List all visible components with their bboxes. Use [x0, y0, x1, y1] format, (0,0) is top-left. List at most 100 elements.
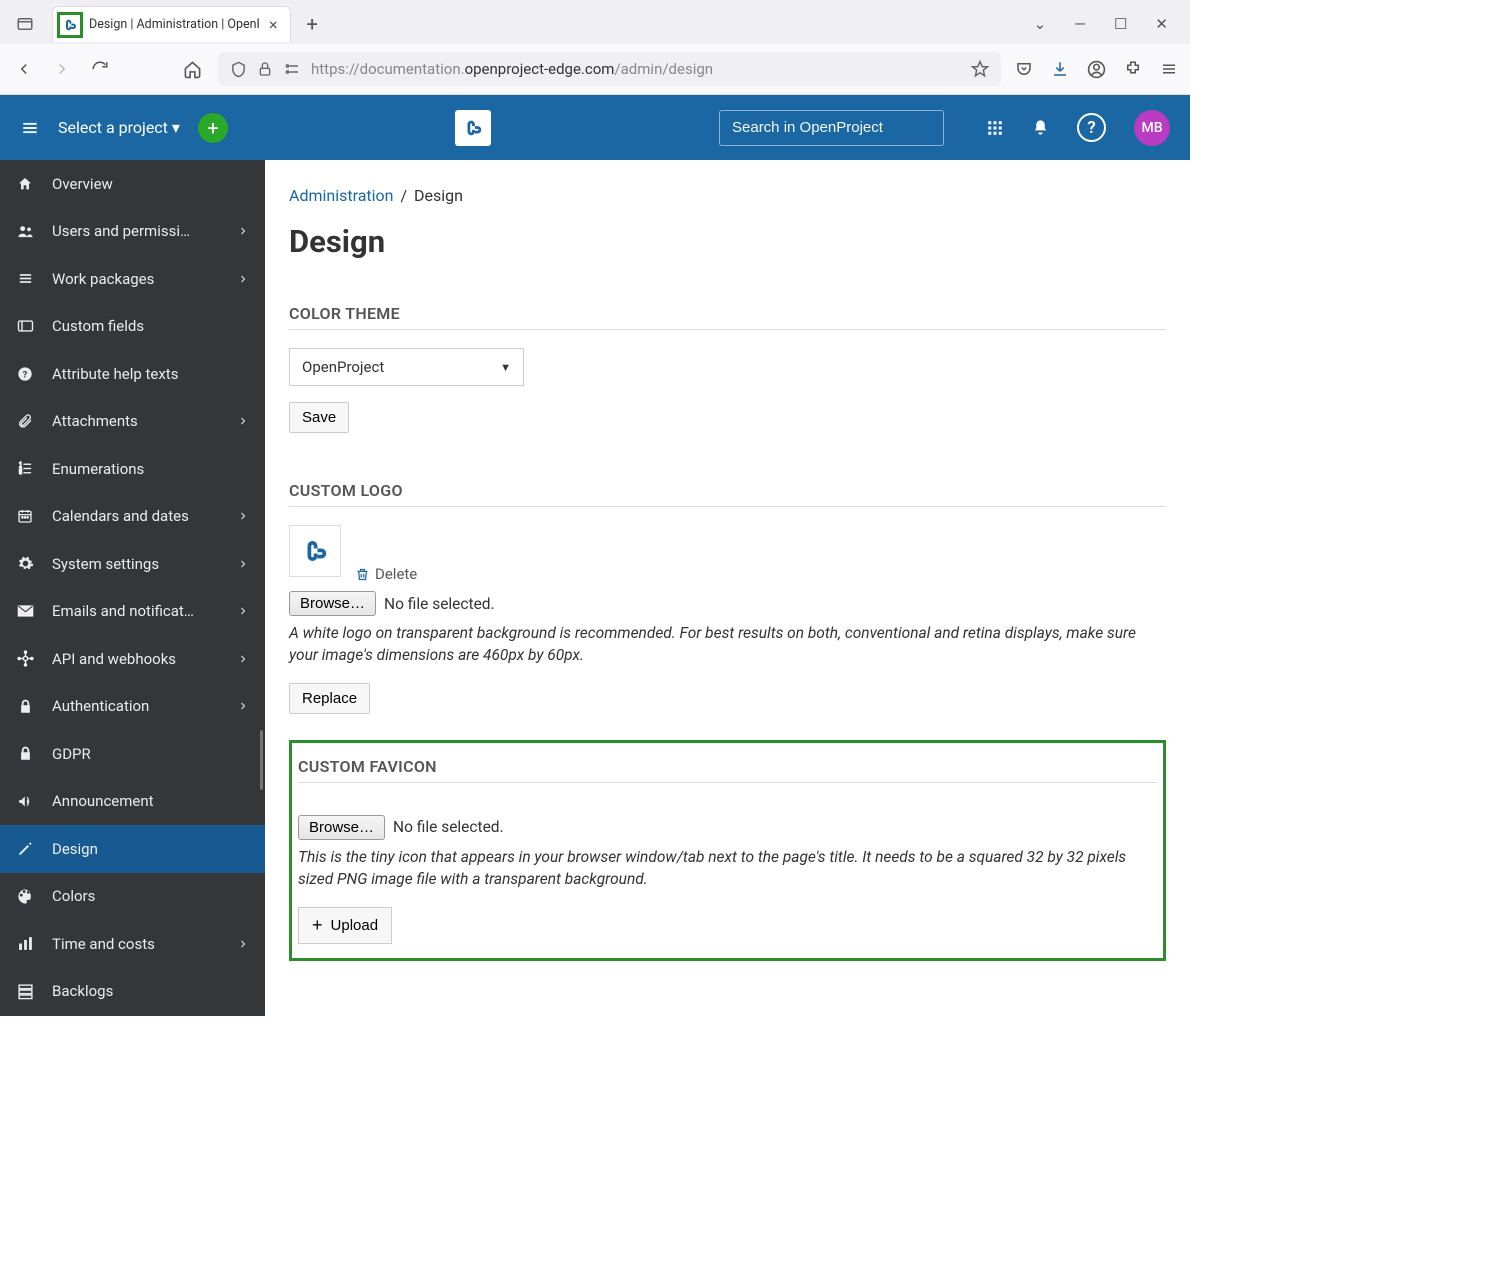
- minimize-button[interactable]: —: [1074, 15, 1086, 33]
- address-bar: https://documentation.openproject-edge.c…: [0, 44, 1190, 94]
- color-theme-select[interactable]: OpenProject ▼: [289, 348, 524, 386]
- extensions-icon[interactable]: [1124, 60, 1142, 78]
- sidebar-item-api-and-webhooks[interactable]: API and webhooks: [0, 635, 265, 683]
- window-controls: ⌄ — ☐ ✕: [1034, 15, 1184, 33]
- replace-button[interactable]: Replace: [289, 683, 370, 714]
- browse-favicon-button[interactable]: Browse…: [298, 815, 385, 840]
- sidebar-item-label: Announcement: [52, 792, 249, 810]
- color-theme-selected: OpenProject: [302, 358, 384, 376]
- users-icon: [16, 223, 34, 240]
- plus-icon: +: [312, 915, 323, 936]
- favicon-hint: This is the tiny icon that appears in yo…: [298, 846, 1157, 891]
- sidebar-item-colors[interactable]: Colors: [0, 873, 265, 921]
- sidebar-item-overview[interactable]: Overview: [0, 160, 265, 208]
- recent-tabs-icon[interactable]: [14, 13, 36, 35]
- maximize-button[interactable]: ☐: [1114, 15, 1127, 33]
- app-menu-icon[interactable]: [1160, 60, 1178, 78]
- sidebar-item-work-packages[interactable]: Work packages: [0, 255, 265, 303]
- project-select[interactable]: Select a project ▾: [58, 118, 180, 137]
- sidebar-item-label: Backlogs: [52, 982, 249, 1000]
- avatar[interactable]: MB: [1134, 110, 1170, 146]
- downloads-icon[interactable]: [1051, 60, 1069, 78]
- sidebar-toggle-icon[interactable]: [20, 118, 40, 138]
- favicon-file-status: No file selected.: [393, 818, 504, 836]
- sidebar-item-attribute-help-texts[interactable]: ?Attribute help texts: [0, 350, 265, 398]
- url-box[interactable]: https://documentation.openproject-edge.c…: [218, 52, 1001, 86]
- colors-icon: [16, 888, 34, 905]
- back-button[interactable]: [12, 57, 36, 81]
- search-box[interactable]: [719, 110, 944, 146]
- save-button[interactable]: Save: [289, 402, 349, 433]
- breadcrumb: Administration / Design: [289, 186, 1166, 205]
- sidebar-item-label: Custom fields: [52, 317, 249, 335]
- new-tab-button[interactable]: +: [307, 12, 318, 36]
- sidebar-item-authentication[interactable]: Authentication: [0, 683, 265, 731]
- sidebar-item-label: Calendars and dates: [52, 507, 219, 525]
- sidebar-item-label: Design: [52, 840, 249, 858]
- logo-hint: A white logo on transparent background i…: [289, 622, 1159, 667]
- sidebar-item-announcement[interactable]: Announcement: [0, 778, 265, 826]
- quick-add-button[interactable]: +: [198, 113, 228, 143]
- pocket-icon[interactable]: [1015, 60, 1033, 78]
- sidebar-item-attachments[interactable]: Attachments: [0, 398, 265, 446]
- sidebar-item-users-and-permissi[interactable]: Users and permissi…: [0, 208, 265, 256]
- sidebar-item-label: Time and costs: [52, 935, 219, 953]
- upload-label: Upload: [331, 917, 379, 934]
- tab-close-icon[interactable]: ×: [265, 15, 282, 34]
- lock-icon: [16, 746, 34, 761]
- sidebar-item-gdpr[interactable]: GDPR: [0, 730, 265, 778]
- sidebar-item-calendars-and-dates[interactable]: Calendars and dates: [0, 493, 265, 541]
- browse-logo-button[interactable]: Browse…: [289, 591, 376, 616]
- sidebar-item-label: Users and permissi…: [52, 222, 219, 240]
- design-icon: [16, 841, 34, 857]
- forward-button[interactable]: [50, 57, 74, 81]
- url-text: https://documentation.openproject-edge.c…: [311, 60, 961, 78]
- sidebar-item-label: Attribute help texts: [52, 365, 249, 383]
- sidebar-item-custom-fields[interactable]: Custom fields: [0, 303, 265, 351]
- sidebar-item-label: Enumerations: [52, 460, 249, 478]
- sidebar-item-enumerations[interactable]: 123Enumerations: [0, 445, 265, 493]
- tabs-dropdown-icon[interactable]: ⌄: [1034, 15, 1047, 33]
- chevron-right-icon: [237, 938, 249, 950]
- api-icon: [16, 650, 34, 667]
- caret-down-icon: ▼: [500, 361, 511, 374]
- tab-bar: Design | Administration | OpenP × + ⌄ — …: [0, 0, 1190, 44]
- notifications-icon[interactable]: [1032, 119, 1049, 136]
- announce-icon: [16, 793, 34, 810]
- attach-icon: [16, 413, 34, 429]
- help-icon[interactable]: ?: [1077, 113, 1106, 142]
- main-content: Administration / Design Design COLOR THE…: [265, 160, 1190, 1016]
- chevron-right-icon: [237, 653, 249, 665]
- browser-tab[interactable]: Design | Administration | OpenP ×: [52, 6, 291, 42]
- chevron-right-icon: [237, 700, 249, 712]
- bookmark-star-icon[interactable]: [971, 60, 989, 78]
- calendar-icon: [16, 508, 34, 524]
- shield-icon: [230, 61, 247, 78]
- sidebar-item-time-and-costs[interactable]: Time and costs: [0, 920, 265, 968]
- sidebar-item-backlogs[interactable]: Backlogs: [0, 968, 265, 1016]
- close-window-button[interactable]: ✕: [1155, 15, 1168, 33]
- modules-icon[interactable]: [986, 119, 1004, 137]
- lock-icon: [257, 61, 273, 77]
- sidebar-item-emails-and-notificat[interactable]: Emails and notificat…: [0, 588, 265, 636]
- sidebar-item-system-settings[interactable]: System settings: [0, 540, 265, 588]
- section-heading-color-theme: COLOR THEME: [289, 304, 1166, 330]
- upload-favicon-button[interactable]: + Upload: [298, 907, 392, 944]
- account-icon[interactable]: [1087, 60, 1106, 79]
- sidebar-item-label: Authentication: [52, 697, 219, 715]
- browser-chrome: Design | Administration | OpenP × + ⌄ — …: [0, 0, 1190, 95]
- logo-file-status: No file selected.: [384, 595, 495, 613]
- section-heading-custom-logo: CUSTOM LOGO: [289, 481, 1166, 507]
- chevron-right-icon: [237, 558, 249, 570]
- breadcrumb-root[interactable]: Administration: [289, 186, 394, 205]
- sidebar-item-design[interactable]: Design: [0, 825, 265, 873]
- section-heading-custom-favicon: CUSTOM FAVICON: [298, 757, 1157, 783]
- delete-logo-link[interactable]: Delete: [355, 565, 417, 583]
- reload-button[interactable]: [88, 57, 112, 81]
- home-button[interactable]: [180, 57, 204, 81]
- sidebar-item-label: Colors: [52, 887, 249, 905]
- search-input[interactable]: [732, 119, 931, 136]
- app-topbar: Select a project ▾ + ? MB: [0, 95, 1190, 160]
- app-logo[interactable]: [455, 110, 491, 146]
- svg-text:3: 3: [19, 470, 22, 476]
